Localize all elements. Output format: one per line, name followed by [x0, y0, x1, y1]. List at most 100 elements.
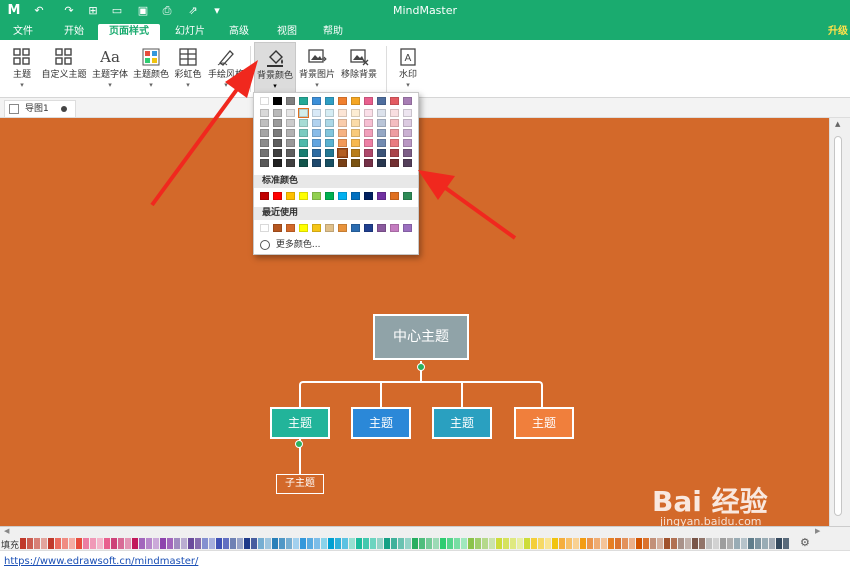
fill-color-swatch[interactable] [433, 538, 439, 549]
scroll-left-icon[interactable]: ◀ [4, 527, 9, 535]
color-swatch[interactable] [260, 119, 269, 127]
color-swatch[interactable] [377, 119, 386, 127]
color-swatch[interactable] [312, 119, 321, 127]
color-swatch[interactable] [260, 159, 269, 167]
fill-color-swatch[interactable] [132, 538, 138, 549]
fill-color-swatch[interactable] [160, 538, 166, 549]
fill-color-swatch[interactable] [349, 538, 355, 549]
standard-color-swatch[interactable] [325, 192, 334, 200]
fill-color-swatch[interactable] [55, 538, 61, 549]
fill-color-swatch[interactable] [692, 538, 698, 549]
fill-color-swatch[interactable] [587, 538, 593, 549]
fill-color-swatch[interactable] [328, 538, 334, 549]
color-swatch[interactable] [403, 119, 412, 127]
fill-color-swatch[interactable] [503, 538, 509, 549]
fill-color-swatch[interactable] [636, 538, 642, 549]
color-swatch[interactable] [403, 129, 412, 137]
fill-color-swatch[interactable] [769, 538, 775, 549]
color-swatch[interactable] [377, 129, 386, 137]
recent-color-swatch[interactable] [377, 224, 386, 232]
fill-color-swatch[interactable] [104, 538, 110, 549]
recent-color-swatch[interactable] [351, 224, 360, 232]
color-swatch[interactable] [312, 139, 321, 147]
fill-color-swatch[interactable] [230, 538, 236, 549]
fill-color-swatch[interactable] [20, 538, 26, 549]
fill-color-swatch[interactable] [755, 538, 761, 549]
fill-color-swatch[interactable] [426, 538, 432, 549]
recent-color-swatch[interactable] [286, 224, 295, 232]
color-swatch[interactable] [312, 159, 321, 167]
color-swatch[interactable] [299, 159, 308, 167]
website-link[interactable]: https://www.edrawsoft.cn/mindmaster/ [4, 556, 198, 567]
central-topic[interactable]: 中心主题 [373, 314, 469, 360]
fill-color-swatch[interactable] [69, 538, 75, 549]
gear-icon[interactable]: ⚙ [800, 536, 810, 549]
color-swatch[interactable] [273, 109, 282, 117]
fill-color-swatch[interactable] [468, 538, 474, 549]
fill-color-swatch[interactable] [489, 538, 495, 549]
fill-color-swatch[interactable] [482, 538, 488, 549]
remove-background-button[interactable]: 移除背景 [338, 42, 380, 96]
standard-color-swatch[interactable] [260, 192, 269, 200]
color-swatch[interactable] [260, 97, 269, 105]
fill-color-swatch[interactable] [202, 538, 208, 549]
collapse-toggle-icon[interactable] [417, 363, 425, 371]
fill-color-swatch[interactable] [384, 538, 390, 549]
color-swatch[interactable] [286, 159, 295, 167]
fill-color-swatch[interactable] [566, 538, 572, 549]
color-swatch[interactable] [338, 159, 347, 167]
color-swatch[interactable] [390, 159, 399, 167]
color-swatch[interactable] [351, 97, 360, 105]
background-image-button[interactable]: 背景图片 ▾ [297, 42, 337, 96]
fill-color-swatch[interactable] [34, 538, 40, 549]
fill-color-swatch[interactable] [734, 538, 740, 549]
topic-node-2[interactable]: 主题 [351, 407, 411, 439]
color-swatch[interactable] [351, 149, 360, 157]
color-swatch[interactable] [377, 97, 386, 105]
fill-color-swatch[interactable] [412, 538, 418, 549]
fill-color-swatch[interactable] [377, 538, 383, 549]
fill-color-swatch[interactable] [307, 538, 313, 549]
color-swatch[interactable] [312, 97, 321, 105]
color-swatch[interactable] [403, 159, 412, 167]
color-swatch[interactable] [377, 159, 386, 167]
fill-color-swatch[interactable] [650, 538, 656, 549]
recent-color-swatch[interactable] [273, 224, 282, 232]
tab-unsaved-dot-icon[interactable] [61, 106, 67, 112]
tab-home[interactable]: 开始 [57, 24, 91, 40]
fill-color-swatch[interactable] [440, 538, 446, 549]
color-swatch[interactable] [338, 109, 347, 117]
color-swatch[interactable] [286, 119, 295, 127]
fill-color-swatch[interactable] [48, 538, 54, 549]
subtopic-node[interactable]: 子主题 [276, 474, 324, 494]
fill-color-swatch[interactable] [776, 538, 782, 549]
recent-color-swatch[interactable] [325, 224, 334, 232]
topic-node-1[interactable]: 主题 [270, 407, 330, 439]
more-colors-button[interactable]: 更多颜色... [260, 239, 320, 251]
topic-node-3[interactable]: 主题 [432, 407, 492, 439]
document-tab[interactable]: 导图1 [4, 100, 76, 117]
standard-color-swatch[interactable] [364, 192, 373, 200]
scrollbar-thumb[interactable] [834, 136, 842, 516]
recent-color-swatch[interactable] [403, 224, 412, 232]
fill-color-swatch[interactable] [545, 538, 551, 549]
tab-slides[interactable]: 幻灯片 [170, 24, 210, 40]
fill-color-swatch[interactable] [153, 538, 159, 549]
color-swatch[interactable] [390, 97, 399, 105]
fill-color-swatch[interactable] [181, 538, 187, 549]
fill-color-swatch[interactable] [111, 538, 117, 549]
fill-color-swatch[interactable] [419, 538, 425, 549]
color-swatch[interactable] [338, 129, 347, 137]
color-swatch[interactable] [403, 97, 412, 105]
fill-color-swatch[interactable] [272, 538, 278, 549]
standard-color-swatch[interactable] [338, 192, 347, 200]
fill-color-swatch[interactable] [601, 538, 607, 549]
color-swatch[interactable] [299, 97, 308, 105]
fill-color-swatch[interactable] [580, 538, 586, 549]
fill-color-swatch[interactable] [629, 538, 635, 549]
fill-color-swatch[interactable] [258, 538, 264, 549]
color-swatch[interactable] [364, 97, 373, 105]
fill-color-swatch[interactable] [741, 538, 747, 549]
fill-color-swatch[interactable] [643, 538, 649, 549]
fill-color-swatch[interactable] [209, 538, 215, 549]
